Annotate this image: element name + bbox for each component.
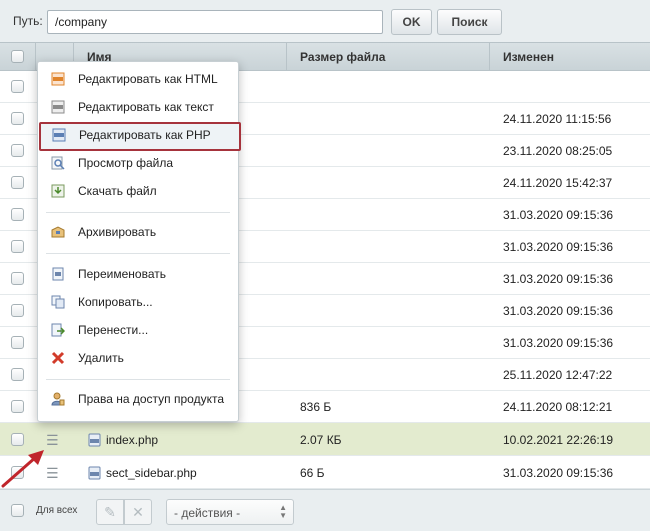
table-row-selected[interactable]: ☰ index.php 2.07 КБ 10.02.2021 22:26:19 [0, 423, 650, 456]
table-row[interactable]: ☰ sect_sidebar.php 66 Б 31.03.2020 09:15… [0, 456, 650, 489]
menu-item-delete[interactable]: Удалить [38, 345, 238, 371]
edit-button[interactable]: ✎ [96, 499, 124, 525]
column-header-size[interactable]: Размер файла [287, 43, 490, 71]
file-name[interactable]: sect_sidebar.php [106, 466, 197, 480]
column-header-date[interactable]: Изменен [490, 43, 650, 71]
file-date: 31.03.2020 09:15:36 [503, 272, 614, 286]
menu-separator [46, 253, 230, 254]
row-checkbox[interactable] [11, 272, 24, 285]
menu-item-copy[interactable]: Копировать... [38, 289, 238, 315]
file-size: 2.07 КБ [300, 433, 342, 447]
menu-item-access-rights[interactable]: Права на доступ продукта [38, 386, 238, 412]
file-date: 31.03.2020 09:15:36 [503, 208, 614, 222]
archive-icon [51, 226, 65, 238]
row-checkbox[interactable] [11, 112, 24, 125]
file-size: 836 Б [300, 400, 332, 414]
path-label: Путь: [13, 14, 43, 28]
file-date: 25.11.2020 12:47:22 [503, 368, 613, 382]
file-date: 24.11.2020 15:42:37 [503, 176, 613, 190]
php-edit-icon [52, 128, 66, 142]
menu-item-download[interactable]: Скачать файл [38, 178, 238, 204]
copy-icon [51, 295, 65, 309]
menu-item-edit-html[interactable]: Редактировать как HTML [38, 66, 238, 92]
row-checkbox[interactable] [11, 176, 24, 189]
file-date: 24.11.2020 11:15:56 [503, 112, 612, 126]
view-file-icon [51, 156, 65, 170]
row-checkbox[interactable] [11, 400, 24, 413]
delete-selected-button[interactable]: ✕ [124, 499, 152, 525]
row-checkbox[interactable] [11, 240, 24, 253]
file-name[interactable]: index.php [106, 433, 158, 447]
file-size: 66 Б [300, 466, 325, 480]
menu-item-edit-text[interactable]: Редактировать как текст [38, 94, 238, 120]
html-edit-icon [51, 72, 65, 86]
menu-item-archive[interactable]: Архивировать [38, 219, 238, 245]
actions-select[interactable]: - действия - ▲ ▼ [166, 499, 294, 525]
rename-icon [52, 267, 64, 281]
search-button[interactable]: Поиск [437, 9, 502, 35]
menu-item-edit-php[interactable]: Редактировать как PHP [39, 122, 241, 151]
row-checkbox[interactable] [11, 336, 24, 349]
pencil-icon: ✎ [104, 504, 116, 520]
menu-item-move[interactable]: Перенести... [38, 317, 238, 343]
file-date: 10.02.2021 22:26:19 [503, 433, 614, 447]
file-date: 31.03.2020 09:15:36 [503, 304, 614, 318]
file-date: 23.11.2020 08:25:05 [503, 144, 613, 158]
apply-to-all-checkbox[interactable] [11, 504, 24, 517]
menu-separator [46, 379, 230, 380]
move-icon [51, 323, 65, 337]
path-bar: Путь: OK Поиск [0, 0, 650, 42]
menu-separator [46, 212, 230, 213]
download-icon [51, 184, 65, 198]
pointer-arrow-icon [1, 450, 44, 488]
row-checkbox[interactable] [11, 433, 24, 446]
php-file-icon [88, 433, 101, 447]
php-file-icon [88, 466, 101, 480]
row-checkbox[interactable] [11, 368, 24, 381]
file-date: 31.03.2020 09:15:36 [503, 336, 614, 350]
row-checkbox[interactable] [11, 304, 24, 317]
row-checkbox[interactable] [11, 208, 24, 221]
row-menu-icon[interactable]: ☰ [46, 433, 59, 447]
file-date: 31.03.2020 09:15:36 [503, 466, 614, 480]
context-menu: Редактировать как HTML Редактировать как… [37, 61, 241, 422]
text-edit-icon [51, 100, 65, 114]
chevron-updown-icon: ▲ ▼ [279, 503, 287, 520]
header-check-cell [0, 43, 36, 71]
grid-footer: Для всех ✎ ✕ - действия - ▲ ▼ [0, 489, 650, 531]
file-date: 24.11.2020 08:12:21 [503, 400, 613, 414]
file-date: 31.03.2020 09:15:36 [503, 240, 614, 254]
actions-select-value: - действия - [174, 506, 241, 520]
select-all-checkbox[interactable] [11, 50, 24, 63]
access-rights-icon [51, 392, 65, 406]
menu-item-rename[interactable]: Переименовать [38, 261, 238, 287]
close-icon: ✕ [132, 504, 144, 520]
menu-item-view-file[interactable]: Просмотр файла [38, 150, 238, 176]
row-checkbox[interactable] [11, 144, 24, 157]
delete-icon [51, 351, 65, 365]
apply-to-all-label: Для всех [36, 505, 78, 516]
ok-button[interactable]: OK [391, 9, 432, 35]
path-input[interactable] [47, 10, 383, 34]
row-checkbox[interactable] [11, 80, 24, 93]
